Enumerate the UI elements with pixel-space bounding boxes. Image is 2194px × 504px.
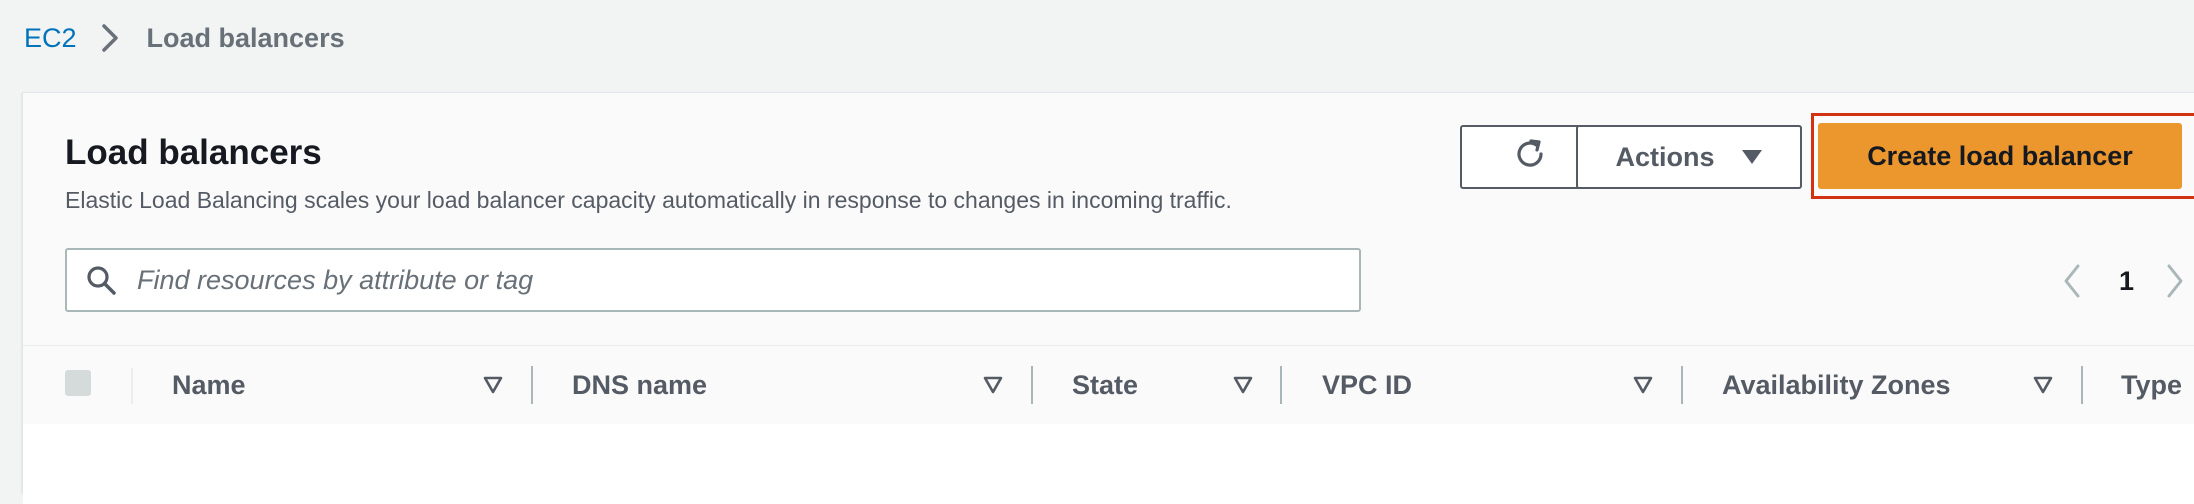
column-header-availability-zones[interactable]: Availability Zones bbox=[1722, 346, 2042, 424]
create-load-balancer-button[interactable]: Create load balancer bbox=[1818, 123, 2182, 189]
page-number[interactable]: 1 bbox=[2119, 266, 2134, 297]
breadcrumb-link-ec2[interactable]: EC2 bbox=[24, 23, 77, 54]
caret-down-icon bbox=[1741, 149, 1763, 165]
sort-icon[interactable] bbox=[2033, 376, 2053, 394]
column-header-type[interactable]: Type bbox=[2121, 346, 2194, 424]
sort-icon[interactable] bbox=[483, 376, 503, 394]
chevron-right-icon bbox=[99, 18, 121, 58]
breadcrumb: EC2 Load balancers bbox=[24, 18, 345, 58]
column-label: VPC ID bbox=[1322, 369, 1413, 400]
column-label: Type bbox=[2121, 369, 2183, 400]
page-title: Load balancers bbox=[65, 133, 322, 172]
column-label: Availability Zones bbox=[1722, 369, 1951, 400]
sort-icon[interactable] bbox=[1233, 376, 1253, 394]
column-divider[interactable] bbox=[1031, 366, 1033, 404]
search-input[interactable] bbox=[135, 251, 1359, 309]
column-header-name[interactable]: Name bbox=[172, 346, 492, 424]
column-divider[interactable] bbox=[1280, 366, 1282, 404]
chevron-right-icon[interactable] bbox=[2164, 261, 2186, 301]
column-header-dns-name[interactable]: DNS name bbox=[572, 346, 972, 424]
refresh-icon bbox=[1512, 136, 1548, 179]
column-header-vpc-id[interactable]: VPC ID bbox=[1322, 346, 1622, 424]
column-label: Name bbox=[172, 369, 246, 400]
column-divider[interactable] bbox=[531, 366, 533, 404]
sort-icon[interactable] bbox=[1633, 376, 1653, 394]
table-body bbox=[23, 424, 2194, 504]
breadcrumb-current: Load balancers bbox=[146, 22, 345, 53]
table-header: Name DNS name State VPC ID Availability … bbox=[23, 345, 2194, 425]
column-label: DNS name bbox=[572, 369, 708, 400]
actions-dropdown-button[interactable]: Actions bbox=[1576, 125, 1802, 189]
column-label: State bbox=[1072, 369, 1139, 400]
search-icon bbox=[85, 264, 117, 296]
column-divider[interactable] bbox=[2081, 366, 2083, 404]
column-divider bbox=[131, 368, 133, 404]
chevron-left-icon[interactable] bbox=[2061, 261, 2083, 301]
pagination: 1 bbox=[2061, 259, 2186, 303]
sort-icon[interactable] bbox=[983, 376, 1003, 394]
select-all-checkbox[interactable] bbox=[65, 370, 91, 396]
actions-label: Actions bbox=[1615, 141, 1715, 172]
load-balancers-panel: Load balancers Elastic Load Balancing sc… bbox=[22, 92, 2194, 504]
search-box[interactable] bbox=[65, 248, 1361, 312]
column-divider[interactable] bbox=[1681, 366, 1683, 404]
page-description: Elastic Load Balancing scales your load … bbox=[65, 187, 1232, 213]
